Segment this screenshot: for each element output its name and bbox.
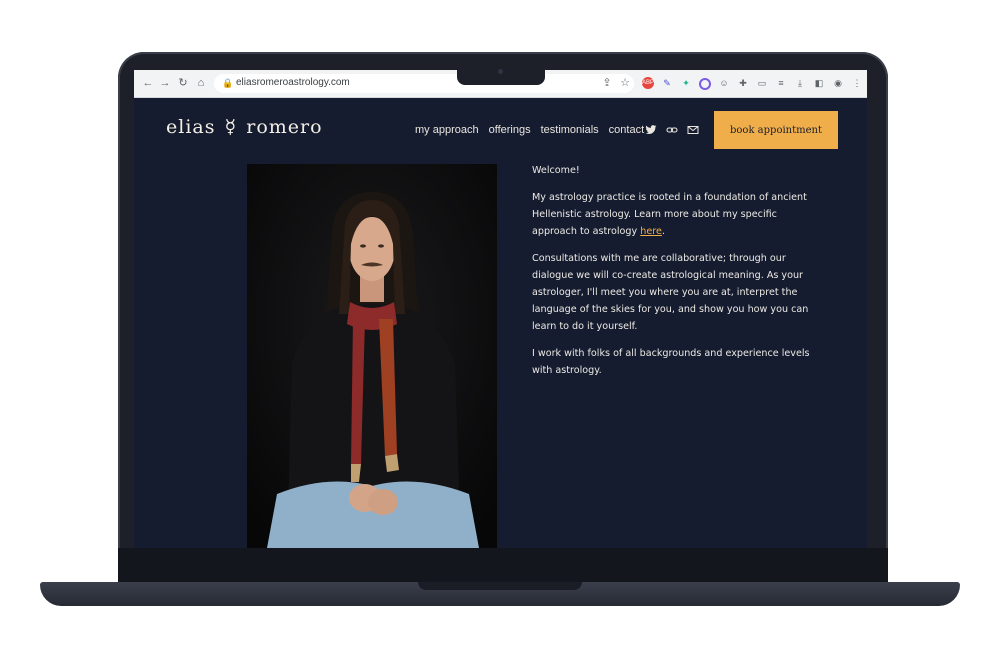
intro-paragraph-2: Consultations with me are collaborative;… <box>532 253 809 332</box>
intro-paragraph-3: I work with folks of all backgrounds and… <box>532 348 810 376</box>
nav-testimonials[interactable]: testimonials <box>541 124 599 136</box>
address-bar[interactable]: 🔒 eliasromeroastrology.com <box>214 74 634 93</box>
site-logo[interactable]: elias ☿ romero <box>166 116 323 138</box>
book-appointment-button[interactable]: book appointment <box>714 111 838 149</box>
nav-offerings[interactable]: offerings <box>489 124 531 136</box>
logo-word-romero: romero <box>246 116 323 138</box>
laptop-base-notch <box>418 582 582 590</box>
p1-period: . <box>661 226 665 237</box>
approach-here-link[interactable]: here <box>640 226 662 237</box>
share-icon[interactable]: ⇪ <box>601 77 613 89</box>
twitter-icon[interactable] <box>645 124 657 136</box>
back-icon[interactable]: ← <box>142 77 154 89</box>
logo-word-elias: elias <box>166 116 216 138</box>
nav-my-approach[interactable]: my approach <box>415 124 479 136</box>
puzzle-icon[interactable]: ✚ <box>737 77 749 89</box>
sidebar-icon[interactable]: ◧ <box>813 77 825 89</box>
reload-icon[interactable]: ↻ <box>177 77 189 89</box>
eye-icon[interactable]: ◉ <box>832 77 844 89</box>
lock-icon: 🔒 <box>222 78 234 88</box>
url-text: eliasromeroastrology.com <box>236 77 350 88</box>
nav-contact[interactable]: contact <box>609 124 644 136</box>
download-icon[interactable]: ⤓ <box>794 77 806 89</box>
intro-text: Welcome! My astrology practice is rooted… <box>532 162 817 389</box>
laptop-screen: ← → ↻ ⌂ 🔒 eliasromeroastrology.com ⇪ ☆ A… <box>134 70 867 548</box>
laptop-chin <box>118 548 888 582</box>
mail-icon[interactable] <box>687 124 699 136</box>
main-nav: my approach offerings testimonials conta… <box>415 124 644 136</box>
face-icon[interactable]: ☺ <box>718 77 730 89</box>
intro-paragraph-1: My astrology practice is rooted in a fou… <box>532 189 817 240</box>
welcome-heading: Welcome! <box>532 165 580 176</box>
camera-icon <box>498 69 503 74</box>
leaf-icon[interactable]: ✦ <box>680 77 692 89</box>
mercury-glyph-icon: ☿ <box>224 116 238 138</box>
adblock-icon[interactable]: ABP <box>642 77 654 89</box>
forward-icon[interactable]: → <box>159 77 171 89</box>
home-icon[interactable]: ⌂ <box>195 77 207 89</box>
pen-icon[interactable]: ✎ <box>661 77 673 89</box>
menu-icon[interactable]: ⋮ <box>851 77 863 89</box>
portrait-photo <box>247 164 497 548</box>
playlist-icon[interactable]: ≡ <box>775 77 787 89</box>
portrait-illustration <box>247 164 497 548</box>
star-icon[interactable]: ☆ <box>619 77 631 89</box>
link-icon[interactable] <box>666 124 678 136</box>
cast-icon[interactable]: ▭ <box>756 77 768 89</box>
p1-text: My astrology practice is rooted in a fou… <box>532 192 807 237</box>
color-icon[interactable] <box>699 78 711 90</box>
